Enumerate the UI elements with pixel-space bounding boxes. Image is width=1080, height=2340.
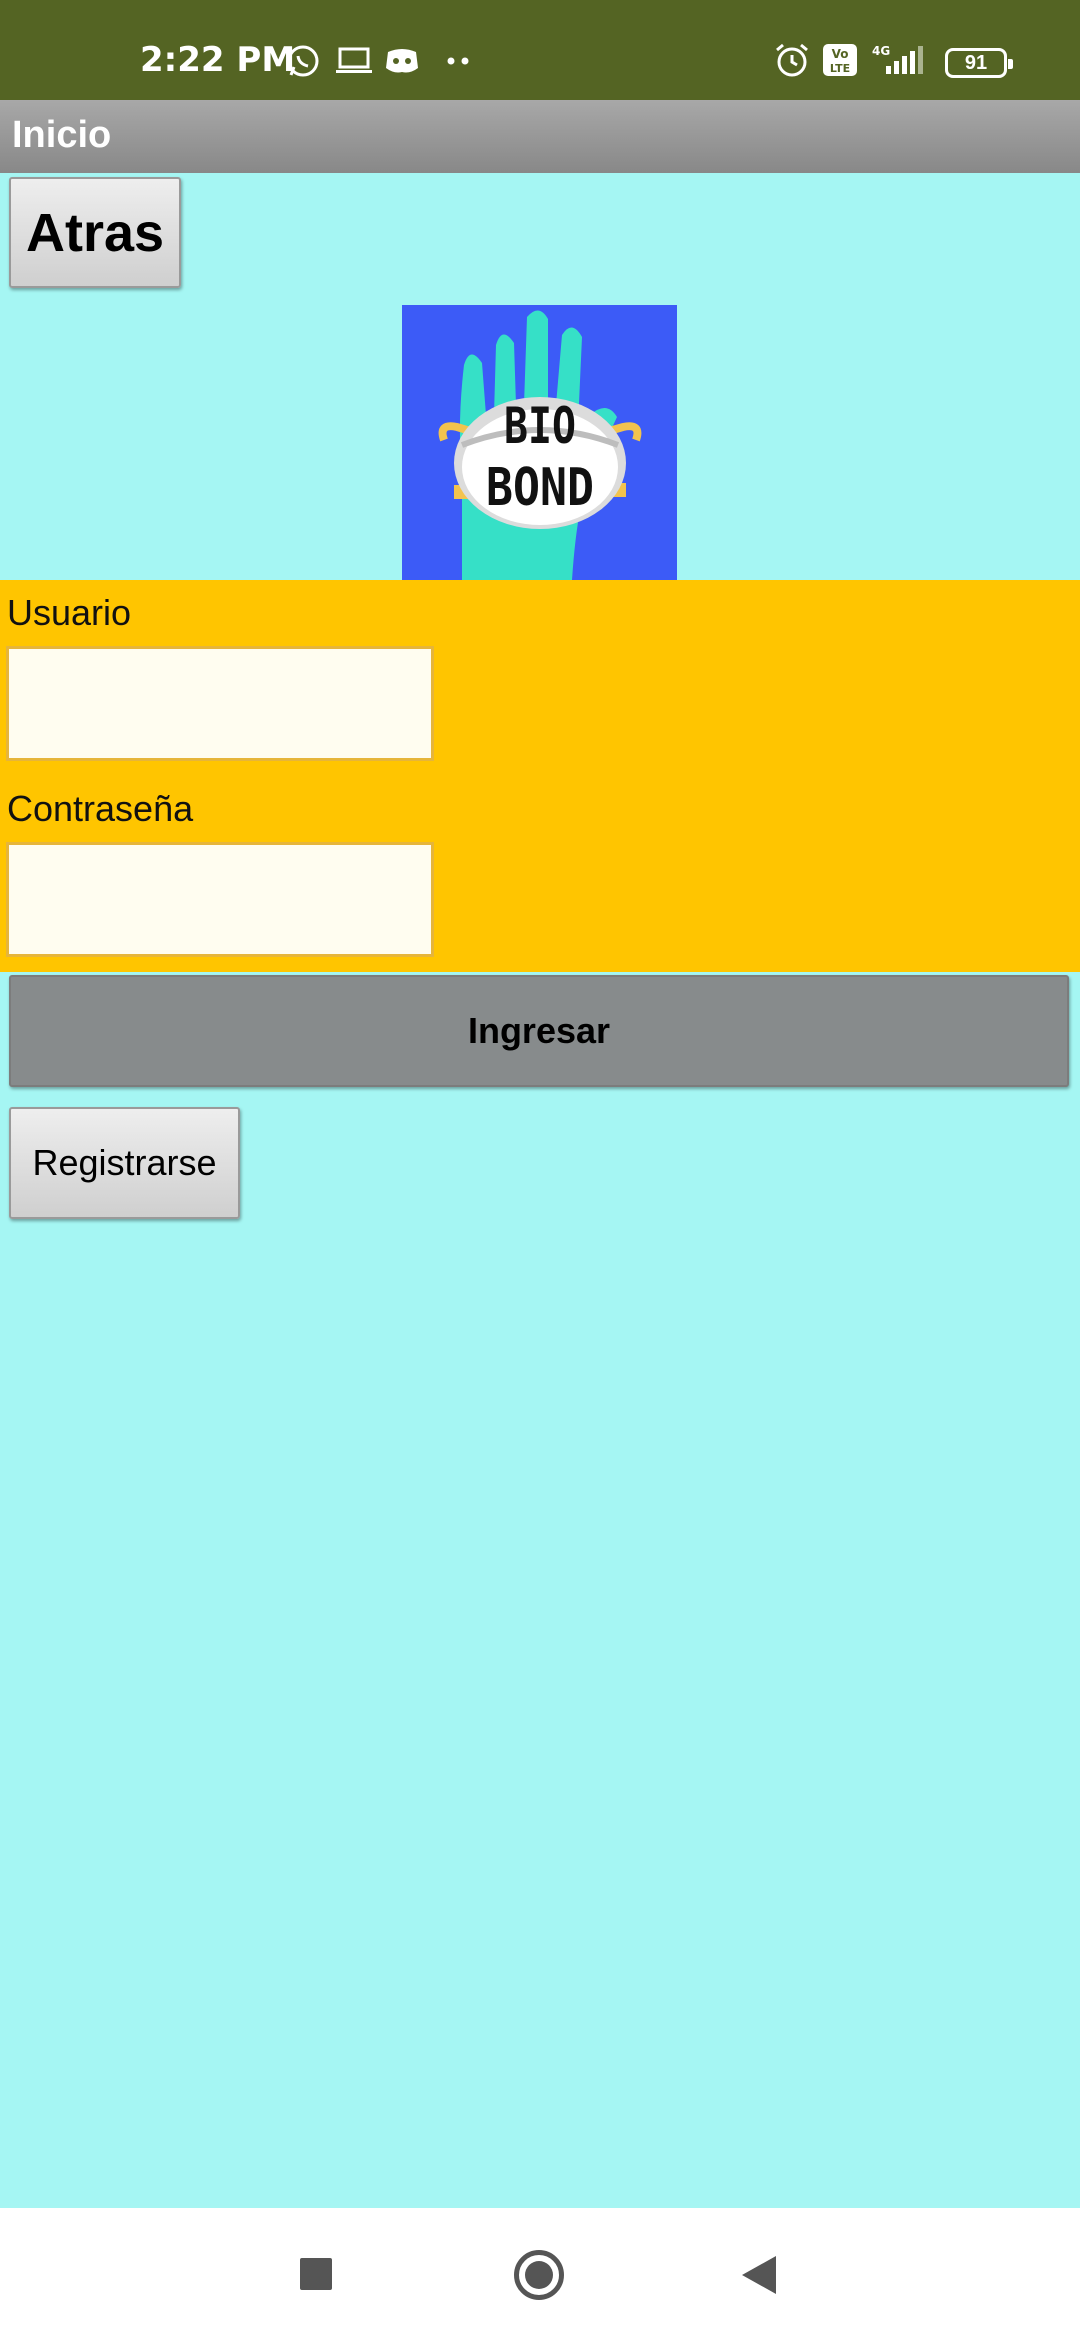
logo-text-bio: BIO	[504, 397, 576, 455]
battery-level: 91	[964, 52, 988, 74]
battery-icon: 91	[945, 48, 1013, 78]
recents-icon[interactable]	[300, 2258, 332, 2290]
status-time: 2:22 PM	[140, 40, 296, 80]
discord-icon	[386, 49, 418, 73]
password-input[interactable]	[9, 845, 431, 954]
user-input[interactable]	[9, 649, 431, 758]
back-nav-icon[interactable]	[742, 2256, 776, 2294]
network-type-label: 4G	[872, 44, 890, 58]
svg-text:Vo: Vo	[832, 47, 849, 61]
register-button[interactable]: Registrarse	[9, 1107, 240, 1219]
volte-icon: Vo LTE	[823, 44, 857, 76]
user-label: Usuario	[7, 592, 132, 633]
system-nav-bar	[0, 2208, 1080, 2340]
password-field-container	[6, 842, 434, 957]
logo-graphic: BIO BOND	[438, 310, 642, 580]
login-form: Usuario Contraseña	[0, 580, 1080, 972]
whatsapp-icon	[287, 45, 319, 77]
alarm-icon	[776, 43, 808, 77]
logo-text-bond: BOND	[486, 458, 594, 518]
user-field-container	[6, 646, 434, 761]
more-dots-icon	[447, 57, 469, 65]
laptop-icon	[336, 47, 372, 73]
login-button[interactable]: Ingresar	[9, 975, 1069, 1087]
page-title: Inicio	[12, 114, 112, 156]
svg-text:LTE: LTE	[830, 62, 850, 75]
password-label: Contraseña	[7, 788, 194, 829]
status-bar: 2:22 PM Vo LTE 4G 91	[0, 0, 1080, 100]
home-icon[interactable]	[514, 2250, 564, 2300]
biobond-logo: BIO BOND	[402, 305, 677, 580]
app-bar: Inicio	[0, 100, 1080, 173]
back-button[interactable]: Atras	[9, 177, 181, 288]
signal-icon: 4G	[872, 44, 923, 74]
